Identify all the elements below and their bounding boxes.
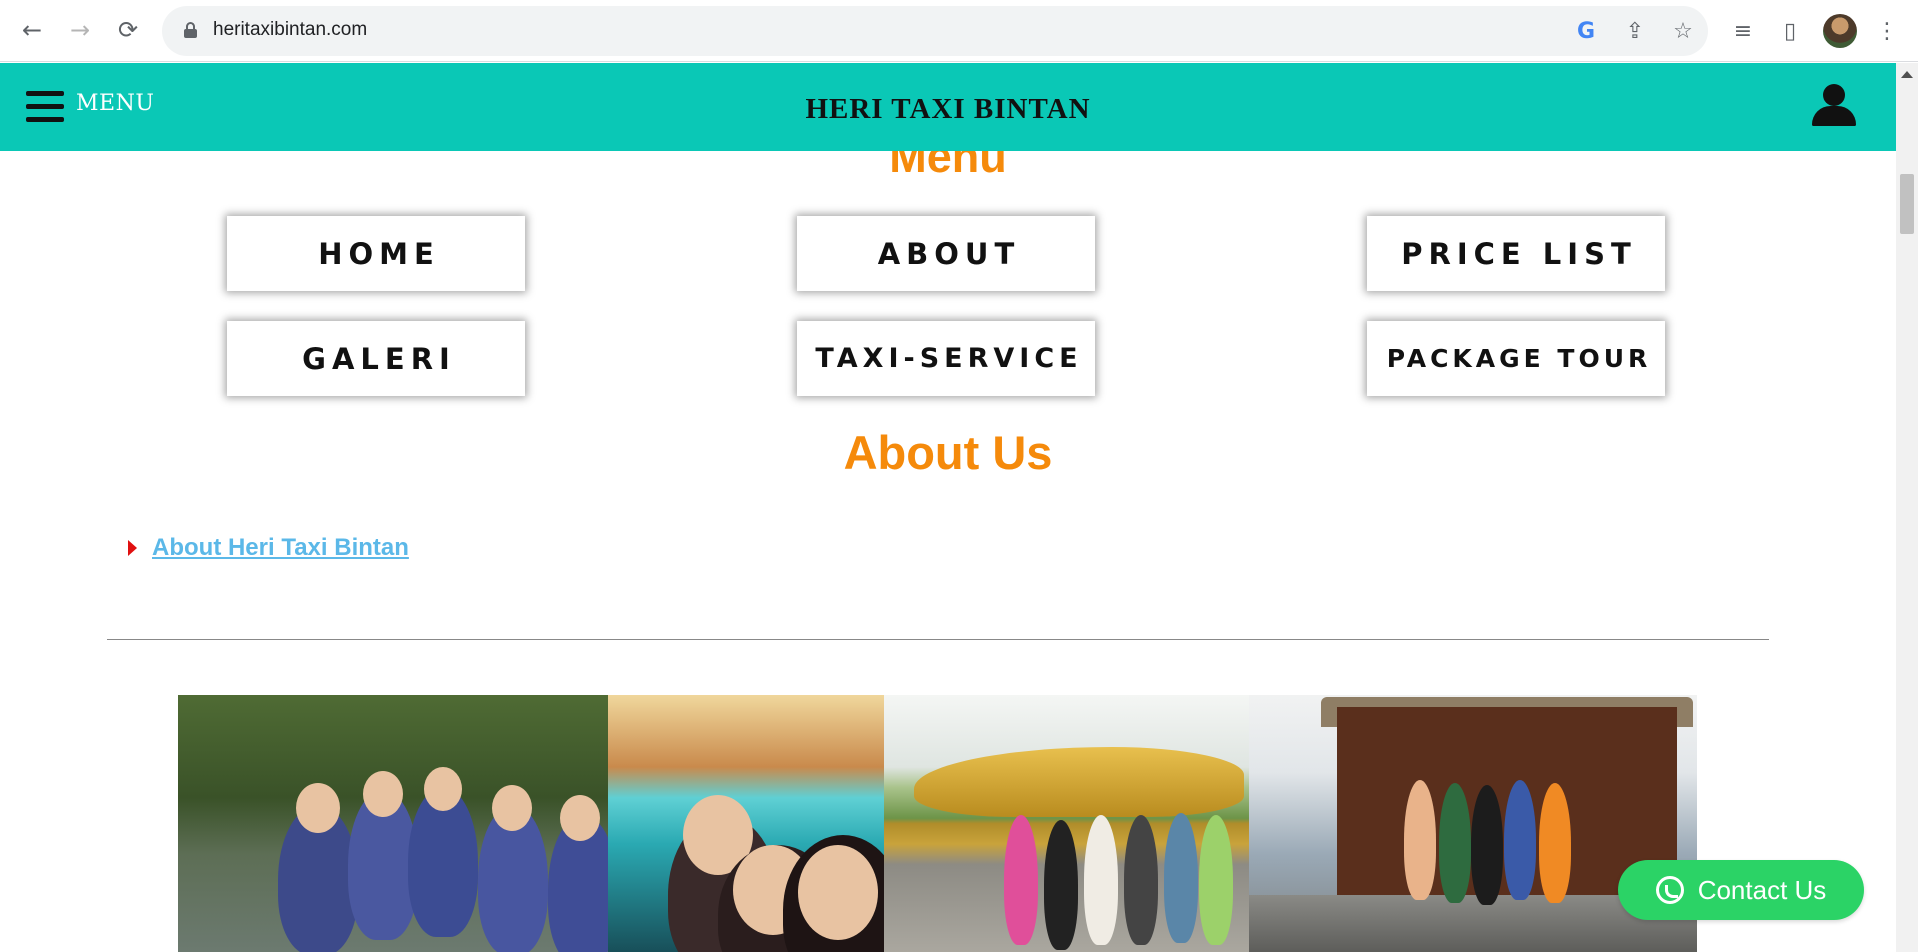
bookmark-star-icon[interactable]: ☆ <box>1670 18 1696 44</box>
lock-icon[interactable] <box>184 22 197 38</box>
site-header: MENU HERI TAXI BINTAN <box>0 63 1896 151</box>
google-lens-icon[interactable]: G <box>1573 18 1599 44</box>
price-list-button[interactable]: PRICE LIST <box>1367 216 1665 291</box>
site-title[interactable]: HERI TAXI BINTAN <box>0 93 1896 126</box>
side-panel-icon[interactable]: ▯ <box>1773 14 1807 48</box>
media-queue-icon[interactable]: ≡ <box>1726 14 1760 48</box>
section-divider <box>107 639 1769 640</box>
scroll-up-arrow-icon[interactable] <box>1901 71 1913 78</box>
browser-toolbar: ← → ⟳ heritaxibintan.com G ⇪ ☆ ≡ ▯ ⋮ <box>0 0 1918 62</box>
bullet-triangle-icon <box>128 540 137 556</box>
share-icon[interactable]: ⇪ <box>1622 18 1648 44</box>
home-button[interactable]: HOME <box>227 216 525 291</box>
boat-tour-photo <box>178 695 608 952</box>
page-viewport: MENU HERI TAXI BINTAN Menu HOME ABOUT PR… <box>0 63 1896 952</box>
package-tour-button[interactable]: PACKAGE TOUR <box>1367 321 1665 396</box>
about-list-item: About Heri Taxi Bintan <box>128 534 409 562</box>
reload-icon[interactable]: ⟳ <box>110 12 146 48</box>
contact-us-button[interactable]: Contact Us <box>1618 860 1864 920</box>
address-bar[interactable]: heritaxibintan.com G ⇪ ☆ <box>162 6 1708 56</box>
forward-icon[interactable]: → <box>62 12 98 48</box>
user-account-icon[interactable] <box>1812 84 1856 128</box>
lake-selfie-photo <box>608 695 884 952</box>
profile-avatar[interactable] <box>1823 14 1857 48</box>
about-heri-taxi-bintan-link[interactable]: About Heri Taxi Bintan <box>152 534 409 562</box>
contact-us-label: Contact Us <box>1697 874 1827 905</box>
whatsapp-icon <box>1655 876 1684 904</box>
kebab-menu-icon[interactable]: ⋮ <box>1870 14 1904 48</box>
page-scrollbar[interactable] <box>1896 63 1918 952</box>
back-icon[interactable]: ← <box>14 12 50 48</box>
golden-buddha-photo <box>884 695 1249 952</box>
scrollbar-thumb[interactable] <box>1900 174 1914 234</box>
url-text[interactable]: heritaxibintan.com <box>213 19 367 41</box>
about-us-heading: About Us <box>843 426 1053 479</box>
taxi-service-button[interactable]: TAXI-SERVICE <box>797 321 1095 396</box>
about-button[interactable]: ABOUT <box>797 216 1095 291</box>
galeri-button[interactable]: GALERI <box>227 321 525 396</box>
